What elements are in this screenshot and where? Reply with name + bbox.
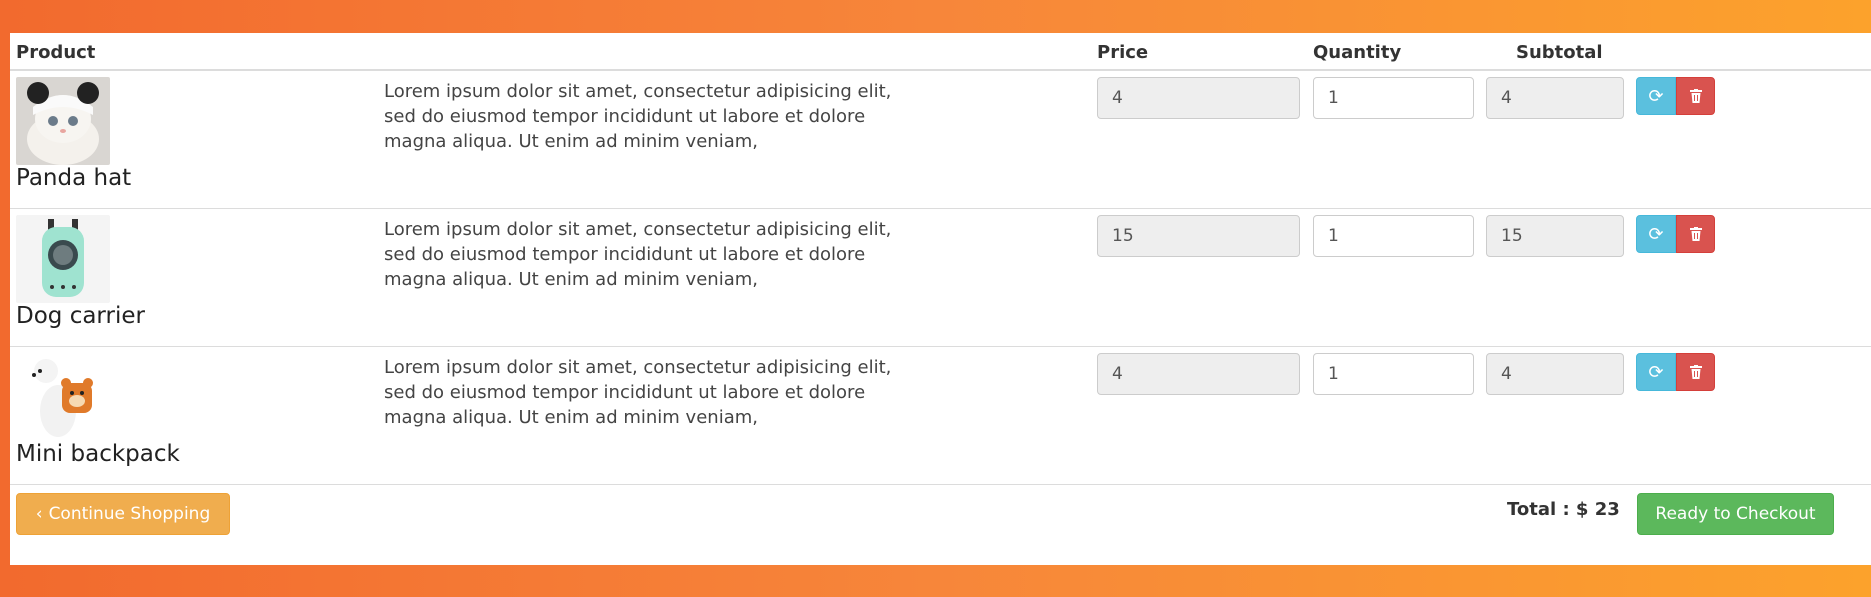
- cart-panel: Product Price Quantity Subtotal Panda ha…: [10, 33, 1871, 565]
- table-header: Product Price Quantity Subtotal: [10, 33, 1871, 71]
- product-description: Lorem ipsum dolor sit amet, consectetur …: [384, 357, 892, 428]
- trash-icon: [1689, 227, 1702, 241]
- refresh-icon: ⟳: [1648, 223, 1664, 245]
- delete-button[interactable]: [1676, 353, 1715, 391]
- product-image-mini-backpack: [16, 353, 110, 441]
- header-product: Product: [16, 42, 96, 63]
- trash-icon: [1689, 89, 1702, 103]
- table-row: Mini backpack Lorem ipsum dolor sit amet…: [10, 347, 1871, 485]
- product-description: Lorem ipsum dolor sit amet, consectetur …: [384, 81, 892, 152]
- refresh-button[interactable]: ⟳: [1636, 77, 1676, 115]
- price-field: [1097, 77, 1300, 119]
- chevron-left-icon: ‹: [35, 504, 43, 524]
- price-field: [1097, 215, 1300, 257]
- header-subtotal: Subtotal: [1516, 42, 1603, 63]
- product-image-dog-carrier: [16, 215, 110, 303]
- product-name: Dog carrier: [16, 303, 145, 329]
- continue-shopping-label: Continue Shopping: [48, 504, 211, 524]
- subtotal-field: [1486, 353, 1624, 395]
- refresh-button[interactable]: ⟳: [1636, 215, 1676, 253]
- table-row: Panda hat Lorem ipsum dolor sit amet, co…: [10, 71, 1871, 209]
- table-row: Dog carrier Lorem ipsum dolor sit amet, …: [10, 209, 1871, 347]
- cart-footer: ‹ Continue Shopping Total : $ 23 Ready t…: [10, 483, 1871, 543]
- checkout-button[interactable]: Ready to Checkout: [1637, 493, 1834, 535]
- delete-button[interactable]: [1676, 77, 1715, 115]
- delete-button[interactable]: [1676, 215, 1715, 253]
- quantity-input[interactable]: [1313, 77, 1474, 119]
- continue-shopping-button[interactable]: ‹ Continue Shopping: [16, 493, 230, 535]
- cart-total: Total : $ 23: [1507, 499, 1620, 520]
- header-price: Price: [1097, 42, 1149, 63]
- checkout-label: Ready to Checkout: [1655, 504, 1816, 524]
- product-name: Mini backpack: [16, 441, 180, 467]
- refresh-icon: ⟳: [1648, 85, 1664, 107]
- product-description: Lorem ipsum dolor sit amet, consectetur …: [384, 219, 892, 290]
- header-quantity: Quantity: [1313, 42, 1402, 63]
- quantity-input[interactable]: [1313, 215, 1474, 257]
- subtotal-field: [1486, 77, 1624, 119]
- trash-icon: [1689, 365, 1702, 379]
- refresh-button[interactable]: ⟳: [1636, 353, 1676, 391]
- product-image-panda-hat: [16, 77, 110, 165]
- price-field: [1097, 353, 1300, 395]
- refresh-icon: ⟳: [1648, 361, 1664, 383]
- subtotal-field: [1486, 215, 1624, 257]
- product-name: Panda hat: [16, 165, 132, 191]
- quantity-input[interactable]: [1313, 353, 1474, 395]
